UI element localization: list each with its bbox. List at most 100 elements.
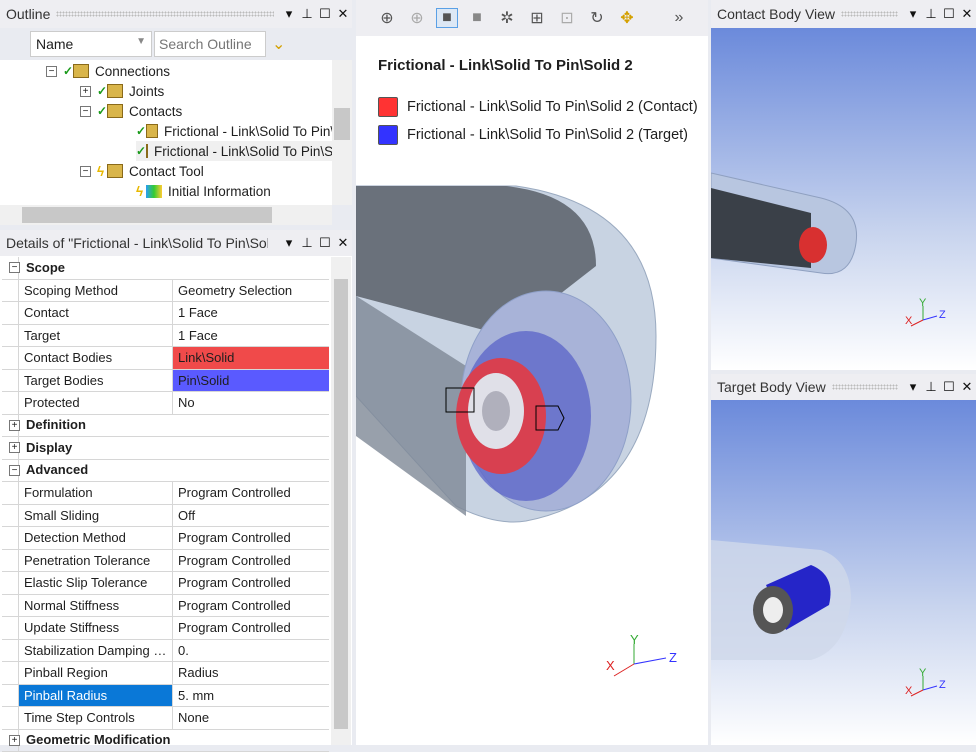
drag-grip[interactable] (56, 11, 274, 17)
property-value[interactable]: Off (173, 505, 329, 527)
close-icon[interactable]: ✕ (334, 6, 352, 22)
select-face-icon[interactable]: ⊡ (556, 8, 578, 28)
property-row[interactable]: Contact1 Face (2, 302, 329, 325)
zoom-out-icon[interactable]: ⊕ (406, 8, 428, 28)
property-value[interactable]: 0. (173, 640, 329, 662)
search-outline-input[interactable] (154, 31, 266, 57)
svg-text:Y: Y (630, 632, 639, 647)
property-row[interactable]: Contact BodiesLink\Solid (2, 347, 329, 370)
select-bodies-icon[interactable]: ⊞ (526, 8, 548, 28)
property-value[interactable]: No (173, 392, 329, 414)
collapse-icon[interactable]: − (80, 166, 91, 177)
pin-icon[interactable]: ⊥ (298, 6, 316, 22)
overflow-icon[interactable]: » (668, 9, 690, 27)
property-row[interactable]: Scoping MethodGeometry Selection (2, 280, 329, 303)
pin-icon[interactable]: ⊥ (922, 379, 940, 395)
maximize-icon[interactable]: ☐ (940, 6, 958, 22)
maximize-icon[interactable]: ☐ (316, 235, 334, 251)
expand-icon[interactable]: + (9, 420, 20, 431)
group-label: Geometric Modification (26, 729, 170, 751)
details-vscroll[interactable] (331, 257, 351, 745)
model-render: YXZ (356, 36, 708, 745)
tree-item-contact-2[interactable]: ✓Frictional - Link\Solid To Pin\Solid 2 (136, 141, 332, 161)
property-value[interactable]: Program Controlled (173, 527, 329, 549)
property-row[interactable]: Stabilization Damping Factor0. (2, 640, 329, 663)
close-icon[interactable]: ✕ (958, 379, 976, 395)
group-scope[interactable]: −Scope (2, 257, 329, 280)
tree-item-contacts[interactable]: −✓Contacts (80, 101, 182, 121)
property-row[interactable]: FormulationProgram Controlled (2, 482, 329, 505)
maximize-icon[interactable]: ☐ (316, 6, 334, 22)
close-icon[interactable]: ✕ (958, 6, 976, 22)
dropdown-icon[interactable]: ▾ (280, 6, 298, 22)
group-geometric-modification[interactable]: + Geometric Modification (2, 730, 329, 752)
zoom-in-icon[interactable]: ⊕ (376, 8, 398, 28)
collapse-icon[interactable]: − (80, 106, 91, 117)
property-value[interactable]: Pin\Solid (173, 370, 329, 392)
property-value[interactable]: Program Controlled (173, 482, 329, 504)
expand-icon[interactable]: + (9, 735, 20, 746)
outline-hscroll[interactable] (0, 205, 332, 225)
property-value[interactable]: 1 Face (173, 325, 329, 347)
tree-item-contact-tool[interactable]: −ϟContact Tool (80, 161, 204, 181)
property-value[interactable]: Program Controlled (173, 595, 329, 617)
property-row[interactable]: Time Step ControlsNone (2, 707, 329, 730)
expand-icon[interactable]: ⌄ (272, 34, 285, 54)
property-value[interactable]: Program Controlled (173, 572, 329, 594)
property-row[interactable]: Elastic Slip ToleranceProgram Controlled (2, 572, 329, 595)
tree-label: Connections (95, 64, 170, 79)
group-advanced[interactable]: −Advanced (2, 460, 329, 483)
collapse-icon[interactable]: − (9, 465, 20, 476)
solid-icon[interactable]: ■ (466, 9, 488, 27)
filter-select[interactable]: Name▼ (30, 31, 152, 57)
property-name: Elastic Slip Tolerance (18, 572, 173, 594)
dropdown-icon[interactable]: ▾ (904, 6, 922, 22)
expand-icon[interactable]: + (80, 86, 91, 97)
property-row[interactable]: Detection MethodProgram Controlled (2, 527, 329, 550)
group-definition[interactable]: +Definition (2, 415, 329, 438)
tree-item-initial-information[interactable]: ϟInitial Information (136, 181, 271, 201)
property-row[interactable]: Update StiffnessProgram Controlled (2, 617, 329, 640)
property-row[interactable]: Target1 Face (2, 325, 329, 348)
property-row[interactable]: Normal StiffnessProgram Controlled (2, 595, 329, 618)
pin-icon[interactable]: ⊥ (298, 235, 316, 251)
property-row[interactable]: Target BodiesPin\Solid (2, 370, 329, 393)
property-row[interactable]: Pinball Radius5. mm (2, 685, 329, 708)
close-icon[interactable]: ✕ (334, 235, 352, 251)
shaded-view-icon[interactable]: ■ (436, 8, 458, 28)
pan-icon[interactable]: ✥ (616, 8, 638, 28)
property-value[interactable]: Radius (173, 662, 329, 684)
property-row[interactable]: ProtectedNo (2, 392, 329, 415)
pin-icon[interactable]: ⊥ (922, 6, 940, 22)
dropdown-icon[interactable]: ▾ (904, 379, 922, 395)
property-value[interactable]: None (173, 707, 329, 729)
property-value[interactable]: Program Controlled (173, 550, 329, 572)
property-name: Pinball Region (18, 662, 173, 684)
contact-body-viewport[interactable]: YXZ (711, 28, 976, 370)
graphics-viewport[interactable]: Frictional - Link\Solid To Pin\Solid 2 F… (356, 36, 708, 745)
tree-item-connections[interactable]: −✓Connections (46, 61, 170, 81)
property-value[interactable]: Geometry Selection (173, 280, 329, 302)
outline-vscroll[interactable] (332, 60, 352, 205)
explode-icon[interactable]: ✲ (496, 8, 518, 28)
property-value[interactable]: Program Controlled (173, 617, 329, 639)
target-body-viewport[interactable]: YXZ (711, 400, 976, 745)
maximize-icon[interactable]: ☐ (940, 379, 958, 395)
property-value[interactable]: 5. mm (173, 685, 329, 707)
svg-text:Z: Z (939, 309, 946, 321)
tree-item-joints[interactable]: +✓Joints (80, 81, 164, 101)
rotate-icon[interactable]: ↻ (586, 8, 608, 28)
property-row[interactable]: Small SlidingOff (2, 505, 329, 528)
tree-item-contact-1[interactable]: ✓Frictional - Link\Solid To Pin\Solid (136, 121, 332, 141)
property-name: Normal Stiffness (18, 595, 173, 617)
collapse-icon[interactable]: − (9, 262, 20, 273)
check-icon: ✓ (136, 144, 146, 158)
collapse-icon[interactable]: − (46, 66, 57, 77)
property-row[interactable]: Penetration ToleranceProgram Controlled (2, 550, 329, 573)
property-row[interactable]: Pinball RegionRadius (2, 662, 329, 685)
property-value[interactable]: 1 Face (173, 302, 329, 324)
property-value[interactable]: Link\Solid (173, 347, 329, 369)
group-display[interactable]: +Display (2, 437, 329, 460)
dropdown-icon[interactable]: ▾ (280, 235, 298, 251)
expand-icon[interactable]: + (9, 442, 20, 453)
